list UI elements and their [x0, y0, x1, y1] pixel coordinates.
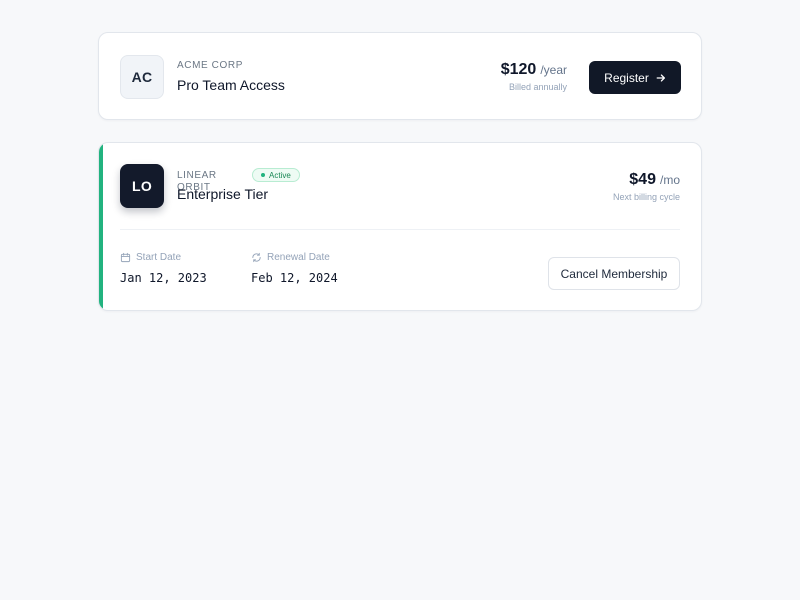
plan-price: $120/year: [501, 61, 567, 79]
start-date-value: Jan 12, 2023: [120, 271, 207, 285]
plan-name: Enterprise Tier: [177, 186, 269, 202]
register-button-label: Register: [604, 70, 649, 85]
arrow-right-icon: [656, 73, 665, 82]
status-dot-icon: [261, 173, 265, 177]
cancel-membership-label: Cancel Membership: [560, 266, 668, 281]
renewal-date-label-text: Renewal Date: [267, 252, 330, 263]
org-avatar: AC: [120, 55, 164, 99]
start-date-label-text: Start Date: [136, 252, 182, 263]
price-period: /mo: [659, 173, 680, 187]
subscription-card-acme: AC ACME CORP Pro Team Access $120/year B…: [98, 32, 702, 120]
cancel-membership-button[interactable]: Cancel Membership: [548, 257, 680, 290]
calendar-icon: [120, 252, 131, 263]
active-accent-bar: [99, 143, 103, 310]
card-divider: [120, 229, 680, 230]
price-amount: $120: [500, 61, 537, 78]
status-badge: Active: [252, 168, 300, 182]
subscription-card-linear-orbit: LO LINEAR ORBIT Active Enterprise Tier $…: [98, 142, 702, 311]
plan-name: Pro Team Access: [177, 77, 285, 93]
avatar-initials: LO: [131, 178, 153, 194]
price-period: /year: [540, 63, 567, 77]
price-amount: $49: [629, 171, 656, 188]
billing-note: Next billing cycle: [612, 192, 680, 202]
org-name: ACME CORP: [177, 60, 243, 71]
renewal-date-value: Feb 12, 2024: [251, 271, 338, 285]
plan-price: $49/mo: [629, 171, 680, 189]
start-date-label: Start Date: [120, 252, 181, 263]
register-button[interactable]: Register: [589, 61, 681, 94]
avatar-initials: AC: [131, 69, 153, 85]
refresh-icon: [252, 252, 261, 263]
org-avatar: LO: [120, 164, 164, 208]
renewal-date-label: Renewal Date: [251, 252, 330, 263]
status-label: Active: [269, 170, 291, 180]
billing-note: Billed annually: [508, 82, 567, 92]
